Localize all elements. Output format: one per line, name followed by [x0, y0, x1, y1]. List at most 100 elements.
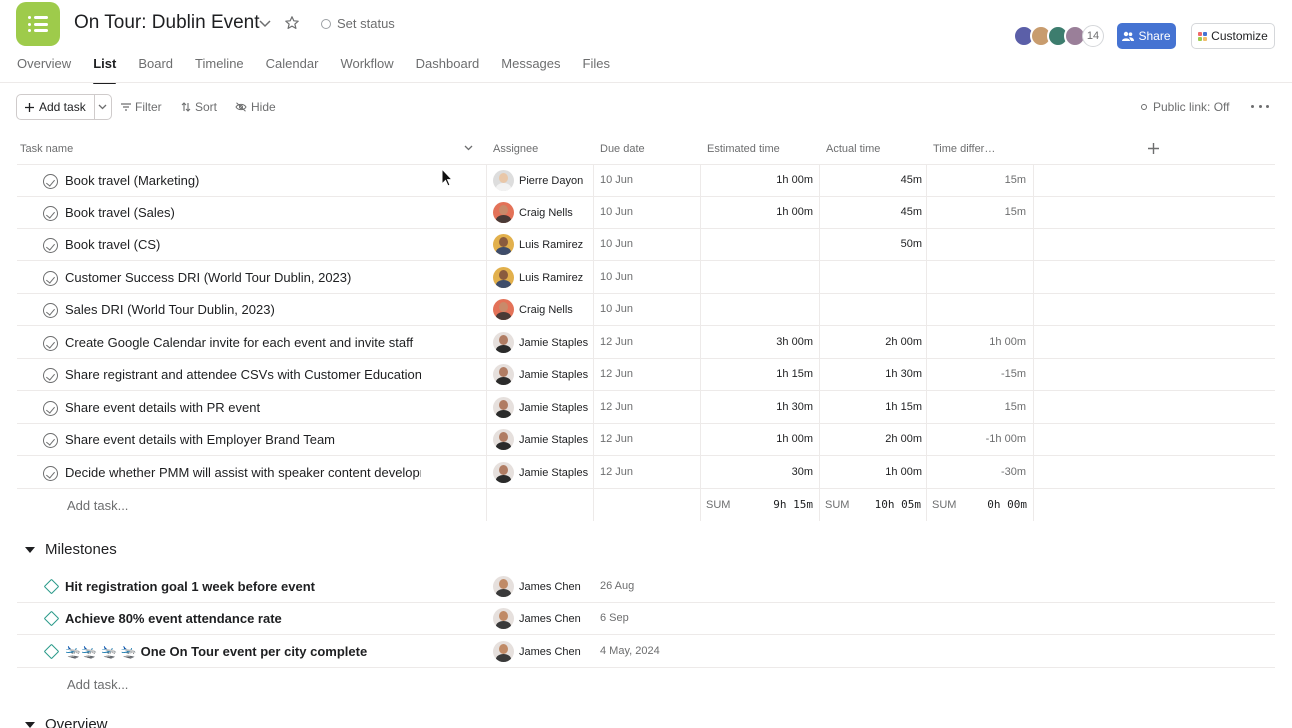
complete-checkbox[interactable] [43, 466, 58, 481]
milestone-diamond-icon[interactable] [43, 578, 60, 595]
task-name[interactable]: Book travel (Marketing) [65, 173, 421, 188]
complete-checkbox[interactable] [43, 401, 58, 416]
estimated-time[interactable]: 1h 00m [776, 206, 813, 218]
tab-board[interactable]: Board [138, 56, 173, 82]
milestone-diamond-icon[interactable] [43, 643, 60, 660]
task-name[interactable]: Customer Success DRI (World Tour Dublin,… [65, 270, 421, 285]
due-date[interactable]: 6 Sep [600, 612, 629, 624]
milestone-name[interactable]: Hit registration goal 1 week before even… [65, 579, 421, 594]
tab-dashboard[interactable]: Dashboard [416, 56, 480, 82]
milestone-row[interactable]: Hit registration goal 1 week before even… [17, 571, 1275, 603]
add-task-dropdown[interactable] [95, 95, 111, 119]
caret-down-icon[interactable] [25, 546, 35, 553]
complete-checkbox[interactable] [43, 368, 58, 383]
complete-checkbox[interactable] [43, 206, 58, 221]
add-task-button[interactable]: Add task [16, 94, 112, 120]
due-date[interactable]: 12 Jun [600, 433, 633, 445]
member-avatars[interactable]: 14 [1013, 25, 1104, 47]
due-date[interactable]: 10 Jun [600, 174, 633, 186]
due-date[interactable]: 10 Jun [600, 206, 633, 218]
task-row[interactable]: Decide whether PMM will assist with spea… [17, 457, 1275, 489]
milestone-row[interactable]: Achieve 80% event attendance rate James … [17, 603, 1275, 635]
star-icon[interactable] [284, 15, 300, 31]
col-time-difference[interactable]: Time differ… [933, 143, 995, 155]
milestone-diamond-icon[interactable] [43, 610, 60, 627]
milestone-name[interactable]: Achieve 80% event attendance rate [65, 611, 421, 626]
task-name[interactable]: Share registrant and attendee CSVs with … [65, 367, 421, 382]
add-task-link[interactable]: Add task... [67, 677, 128, 692]
assignee[interactable]: James Chen [493, 608, 581, 629]
complete-checkbox[interactable] [43, 336, 58, 351]
col-task-name[interactable]: Task name [20, 143, 73, 155]
due-date[interactable]: 10 Jun [600, 303, 633, 315]
complete-checkbox[interactable] [43, 174, 58, 189]
assignee[interactable]: Luis Ramirez [493, 234, 583, 255]
assignee[interactable]: Craig Nells [493, 202, 573, 223]
actual-time[interactable]: 45m [901, 174, 922, 186]
assignee[interactable]: Craig Nells [493, 299, 573, 320]
project-icon[interactable] [16, 2, 60, 46]
task-row[interactable]: Book travel (CS) Luis Ramirez 10 Jun 50m [17, 229, 1275, 261]
section-milestones[interactable]: Milestones [25, 541, 117, 558]
customize-button[interactable]: Customize [1191, 23, 1275, 49]
actual-time[interactable]: 1h 00m [885, 466, 922, 478]
task-name[interactable]: Sales DRI (World Tour Dublin, 2023) [65, 302, 421, 317]
add-column-plus-icon[interactable] [1148, 143, 1159, 154]
complete-checkbox[interactable] [43, 271, 58, 286]
public-link-toggle[interactable]: Public link: Off [1141, 100, 1229, 114]
estimated-time[interactable]: 1h 15m [776, 368, 813, 380]
col-due-date[interactable]: Due date [600, 143, 645, 155]
assignee[interactable]: Jamie Staples [493, 462, 588, 483]
due-date[interactable]: 12 Jun [600, 401, 633, 413]
tab-overview[interactable]: Overview [17, 56, 71, 82]
complete-checkbox[interactable] [43, 303, 58, 318]
task-name[interactable]: Share event details with Employer Brand … [65, 432, 421, 447]
assignee[interactable]: Jamie Staples [493, 429, 588, 450]
tab-messages[interactable]: Messages [501, 56, 560, 82]
estimated-time[interactable]: 1h 30m [776, 401, 813, 413]
task-name[interactable]: Book travel (CS) [65, 237, 421, 252]
assignee[interactable]: Jamie Staples [493, 332, 588, 353]
more-options-icon[interactable] [1251, 98, 1269, 114]
actual-time[interactable]: 1h 30m [885, 368, 922, 380]
assignee[interactable]: James Chen [493, 576, 581, 597]
milestone-name[interactable]: 🛬🛬 🛬 🛬 One On Tour event per city comple… [65, 644, 421, 660]
task-name[interactable]: Share event details with PR event [65, 400, 421, 415]
task-row[interactable]: Create Google Calendar invite for each e… [17, 327, 1275, 359]
chevron-down-icon[interactable] [464, 145, 473, 151]
caret-down-icon[interactable] [25, 721, 35, 728]
task-row[interactable]: Share registrant and attendee CSVs with … [17, 359, 1275, 391]
due-date[interactable]: 26 Aug [600, 580, 634, 592]
due-date[interactable]: 10 Jun [600, 271, 633, 283]
complete-checkbox[interactable] [43, 433, 58, 448]
task-row[interactable]: Customer Success DRI (World Tour Dublin,… [17, 262, 1275, 294]
share-button[interactable]: Share [1117, 23, 1176, 49]
assignee[interactable]: Pierre Dayon [493, 170, 583, 191]
due-date[interactable]: 12 Jun [600, 368, 633, 380]
sort-button[interactable]: Sort [181, 100, 217, 114]
chevron-down-icon[interactable] [257, 15, 273, 31]
add-task-link[interactable]: Add task... [67, 498, 128, 513]
actual-time[interactable]: 2h 00m [885, 336, 922, 348]
task-row[interactable]: Share event details with PR event Jamie … [17, 392, 1275, 424]
milestone-row[interactable]: 🛬🛬 🛬 🛬 One On Tour event per city comple… [17, 636, 1275, 668]
col-estimated-time[interactable]: Estimated time [707, 143, 780, 155]
assignee[interactable]: James Chen [493, 641, 581, 662]
tab-timeline[interactable]: Timeline [195, 56, 244, 82]
task-row[interactable]: Share event details with Employer Brand … [17, 424, 1275, 456]
set-status-button[interactable]: Set status [321, 16, 395, 31]
tab-list[interactable]: List [93, 56, 117, 84]
task-name[interactable]: Decide whether PMM will assist with spea… [65, 465, 421, 480]
task-row[interactable]: Book travel (Marketing) Pierre Dayon 10 … [17, 165, 1275, 197]
assignee[interactable]: Jamie Staples [493, 364, 588, 385]
assignee[interactable]: Luis Ramirez [493, 267, 583, 288]
actual-time[interactable]: 50m [901, 238, 922, 250]
complete-checkbox[interactable] [43, 238, 58, 253]
tab-calendar[interactable]: Calendar [266, 56, 319, 82]
estimated-time[interactable]: 3h 00m [776, 336, 813, 348]
due-date[interactable]: 12 Jun [600, 336, 633, 348]
tab-workflow[interactable]: Workflow [340, 56, 393, 82]
section-overview[interactable]: Overview [25, 716, 108, 728]
assignee[interactable]: Jamie Staples [493, 397, 588, 418]
task-name[interactable]: Create Google Calendar invite for each e… [65, 335, 421, 350]
